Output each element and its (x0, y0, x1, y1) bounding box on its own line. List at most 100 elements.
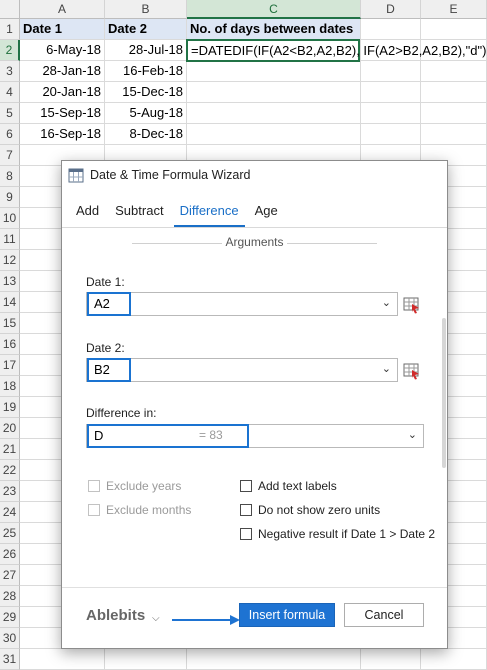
negative-result-checkbox[interactable]: Negative result if Date 1 > Date 2 (240, 527, 435, 541)
date1-input[interactable]: A2 (87, 292, 131, 316)
row-header-28[interactable]: 28 (0, 586, 20, 607)
cell-a3[interactable]: 28-Jan-18 (20, 61, 105, 82)
grid-cell[interactable] (20, 649, 105, 670)
cell-b2[interactable]: 28-Jul-18 (105, 40, 187, 61)
insert-formula-button[interactable]: Insert formula (239, 603, 335, 627)
row-header-31[interactable]: 31 (0, 649, 20, 670)
grid-cell[interactable] (361, 19, 421, 40)
date2-field[interactable]: B2 ⌄ (86, 358, 398, 382)
grid-cell[interactable] (361, 649, 421, 670)
row-header-10[interactable]: 10 (0, 208, 20, 229)
cell-b6[interactable]: 8-Dec-18 (105, 124, 187, 145)
exclude-months-checkbox[interactable]: Exclude months (88, 503, 191, 517)
row-header-25[interactable]: 25 (0, 523, 20, 544)
cell-a6[interactable]: 16-Sep-18 (20, 124, 105, 145)
chevron-down-icon[interactable]: ⌄ (408, 428, 417, 441)
grid-cell[interactable] (187, 103, 361, 124)
row-header-24[interactable]: 24 (0, 502, 20, 523)
grid-cell[interactable] (421, 19, 487, 40)
grid-cell[interactable] (105, 649, 187, 670)
row-header-17[interactable]: 17 (0, 355, 20, 376)
scrollbar-thumb[interactable] (442, 318, 446, 468)
cell-b5[interactable]: 5-Aug-18 (105, 103, 187, 124)
row-header-23[interactable]: 23 (0, 481, 20, 502)
checkbox-box[interactable] (88, 480, 100, 492)
row-header-13[interactable]: 13 (0, 271, 20, 292)
cell-c1[interactable]: No. of days between dates (187, 19, 361, 40)
hide-zero-units-checkbox[interactable]: Do not show zero units (240, 503, 380, 517)
column-header-d[interactable]: D (361, 0, 421, 19)
grid-cell[interactable] (361, 61, 421, 82)
grid-cell[interactable] (187, 82, 361, 103)
ablebits-logo[interactable]: Ablebits (86, 607, 145, 624)
checkbox-box[interactable] (240, 480, 252, 492)
row-header-8[interactable]: 8 (0, 166, 20, 187)
cell-a4[interactable]: 20-Jan-18 (20, 82, 105, 103)
checkbox-box[interactable] (88, 504, 100, 516)
date2-input[interactable]: B2 (87, 358, 131, 382)
row-header-9[interactable]: 9 (0, 187, 20, 208)
chevron-down-icon[interactable]: ⌄ (382, 362, 391, 375)
row-header-14[interactable]: 14 (0, 292, 20, 313)
checkbox-box[interactable] (240, 528, 252, 540)
checkbox-box[interactable] (240, 504, 252, 516)
grid-cell[interactable] (187, 124, 361, 145)
row-header-19[interactable]: 19 (0, 397, 20, 418)
cancel-button[interactable]: Cancel (344, 603, 424, 627)
date1-field[interactable]: A2 ⌄ (86, 292, 398, 316)
select-all-corner[interactable] (0, 0, 20, 19)
row-header-26[interactable]: 26 (0, 544, 20, 565)
row-header-3[interactable]: 3 (0, 61, 20, 82)
grid-cell[interactable] (421, 61, 487, 82)
cell-b4[interactable]: 15-Dec-18 (105, 82, 187, 103)
tab-difference[interactable]: Difference (173, 195, 245, 227)
add-text-labels-checkbox[interactable]: Add text labels (240, 479, 337, 493)
tab-age[interactable]: Age (249, 195, 284, 227)
grid-cell[interactable] (421, 103, 487, 124)
tab-subtract[interactable]: Subtract (109, 195, 169, 227)
row-header-7[interactable]: 7 (0, 145, 20, 166)
grid-cell[interactable] (187, 61, 361, 82)
grid-cell[interactable] (421, 124, 487, 145)
cell-picker-icon[interactable] (403, 296, 421, 314)
row-header-2[interactable]: 2 (0, 40, 20, 61)
cell-a5[interactable]: 15-Sep-18 (20, 103, 105, 124)
row-header-11[interactable]: 11 (0, 229, 20, 250)
grid-cell[interactable] (361, 82, 421, 103)
row-header-18[interactable]: 18 (0, 376, 20, 397)
row-header-15[interactable]: 15 (0, 313, 20, 334)
row-header-16[interactable]: 16 (0, 334, 20, 355)
row-header-20[interactable]: 20 (0, 418, 20, 439)
row-header-12[interactable]: 12 (0, 250, 20, 271)
exclude-years-checkbox[interactable]: Exclude years (88, 479, 181, 493)
cell-picker-icon[interactable] (403, 362, 421, 380)
cell-b3[interactable]: 16-Feb-18 (105, 61, 187, 82)
row-header-4[interactable]: 4 (0, 82, 20, 103)
column-header-e[interactable]: E (421, 0, 487, 19)
row-header-6[interactable]: 6 (0, 124, 20, 145)
row-header-1[interactable]: 1 (0, 19, 20, 40)
cell-b1[interactable]: Date 2 (105, 19, 187, 40)
difference-input[interactable]: D (87, 424, 249, 448)
chevron-down-icon[interactable]: ⌄ (382, 296, 391, 309)
grid-cell[interactable] (361, 103, 421, 124)
cell-c2-formula[interactable]: =DATEDIF(IF(A2<B2,A2,B2), IF(A2>B2,A2,B2… (186, 39, 486, 62)
panel-scrollbar[interactable] (441, 228, 447, 588)
column-header-a[interactable]: A (20, 0, 105, 19)
grid-cell[interactable] (421, 82, 487, 103)
row-header-27[interactable]: 27 (0, 565, 20, 586)
grid-cell[interactable] (187, 649, 361, 670)
column-header-c[interactable]: C (187, 0, 361, 19)
grid-cell[interactable] (421, 649, 487, 670)
row-header-30[interactable]: 30 (0, 628, 20, 649)
row-header-29[interactable]: 29 (0, 607, 20, 628)
grid-cell[interactable] (361, 124, 421, 145)
column-header-b[interactable]: B (105, 0, 187, 19)
chevron-down-icon[interactable]: ⌵ (152, 613, 160, 624)
row-header-22[interactable]: 22 (0, 460, 20, 481)
row-header-5[interactable]: 5 (0, 103, 20, 124)
tab-add[interactable]: Add (70, 195, 105, 227)
cell-a1[interactable]: Date 1 (20, 19, 105, 40)
difference-field[interactable]: D = 83 ⌄ (86, 424, 424, 448)
row-header-21[interactable]: 21 (0, 439, 20, 460)
